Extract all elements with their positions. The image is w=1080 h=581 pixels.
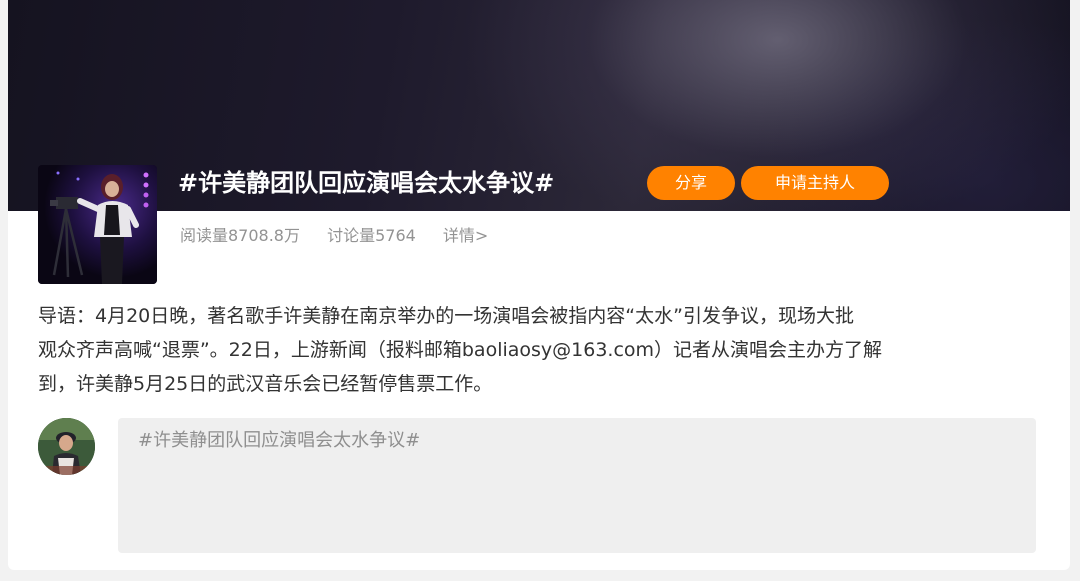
lead-line: 导语：4月20日晚，著名歌手许美静在南京举办的一场演唱会被指内容“太水”引发争议… <box>38 305 854 327</box>
lead-line: 到，许美静5月25日的武汉音乐会已经暂停售票工作。 <box>38 373 493 395</box>
discussion-count: 讨论量5764 <box>327 226 416 245</box>
topic-stats: 阅读量8708.8万 讨论量5764 详情> <box>180 224 510 248</box>
comment-input[interactable] <box>118 418 1036 553</box>
share-button[interactable]: 分享 <box>647 166 735 200</box>
topic-title: #许美静团队回应演唱会太水争议# <box>178 169 555 197</box>
apply-host-button[interactable]: 申请主持人 <box>741 166 889 200</box>
lead-line: 观众齐声高喊“退票”。22日，上游新闻（报料邮箱baoliaosy@163.co… <box>38 339 883 361</box>
user-avatar[interactable] <box>38 418 95 475</box>
topic-lead: 导语：4月20日晚，著名歌手许美静在南京举办的一场演唱会被指内容“太水”引发争议… <box>38 299 1050 401</box>
read-count: 阅读量8708.8万 <box>180 226 300 245</box>
topic-card: #许美静团队回应演唱会太水争议# 分享 申请主持人 阅读量8708.8万 讨论量… <box>8 0 1070 570</box>
topic-cover-image[interactable] <box>38 165 157 284</box>
details-link[interactable]: 详情> <box>443 226 488 245</box>
